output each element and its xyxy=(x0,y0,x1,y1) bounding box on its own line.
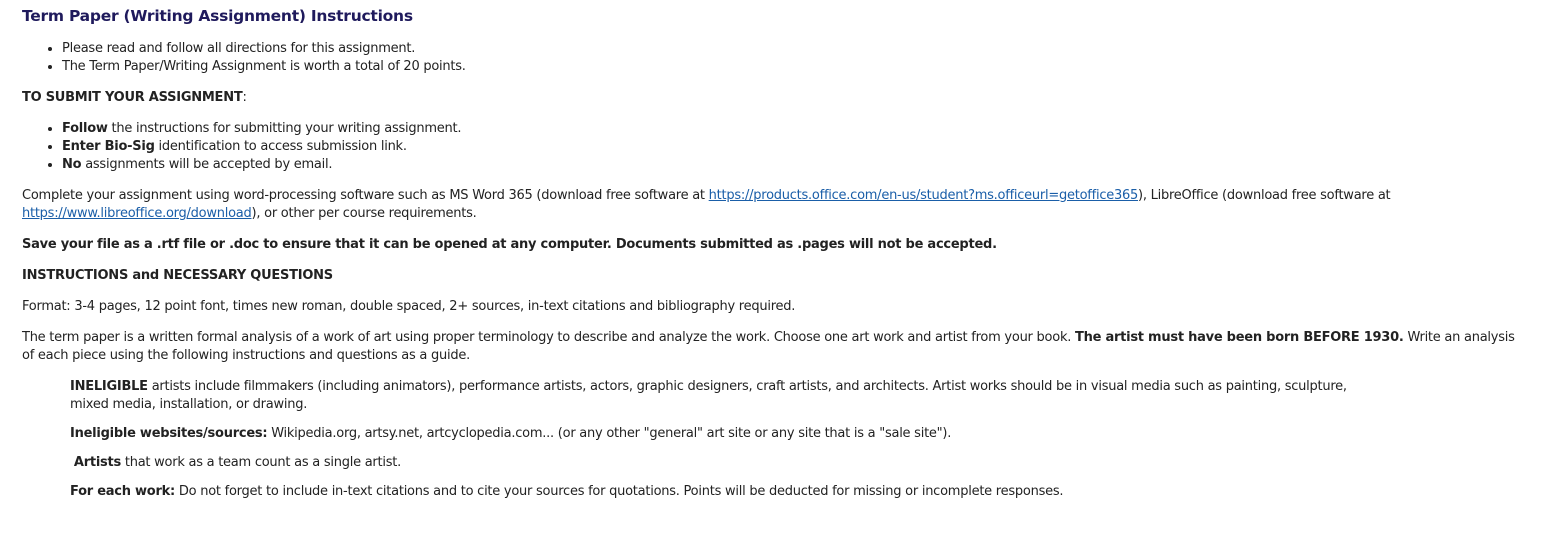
analysis-paragraph: The term paper is a written formal analy… xyxy=(22,329,1525,365)
software-paragraph: Complete your assignment using word-proc… xyxy=(22,187,1525,223)
software-text: Complete your assignment using word-proc… xyxy=(22,188,709,203)
office-download-link[interactable]: https://products.office.com/en-us/studen… xyxy=(709,188,1139,203)
list-item-bold: Enter Bio-Sig xyxy=(62,139,155,154)
assignment-page: Term Paper (Writing Assignment) Instruct… xyxy=(0,0,1547,533)
rule-bold: For each work: xyxy=(70,484,175,499)
rule-text: Wikipedia.org, artsy.net, artcyclopedia.… xyxy=(267,426,952,441)
rule-text: artists include filmmakers (including an… xyxy=(70,379,1347,412)
submit-list: Follow the instructions for submitting y… xyxy=(22,120,1525,174)
analysis-bold: The artist must have been born BEFORE 19… xyxy=(1075,330,1404,345)
submit-heading: TO SUBMIT YOUR ASSIGNMENT: xyxy=(22,89,1525,107)
list-item: Enter Bio-Sig identification to access s… xyxy=(62,138,1525,156)
software-text: ), LibreOffice (download free software a… xyxy=(1138,188,1391,203)
save-note: Save your file as a .rtf file or .doc to… xyxy=(22,237,997,252)
list-item-text: the instructions for submitting your wri… xyxy=(107,121,462,136)
submit-heading-text: TO SUBMIT YOUR ASSIGNMENT xyxy=(22,90,243,105)
intro-list: Please read and follow all directions fo… xyxy=(22,40,1525,76)
rule-text: Do not forget to include in-text citatio… xyxy=(175,484,1064,499)
list-item-text: identification to access submission link… xyxy=(154,139,407,154)
list-item-bold: No xyxy=(62,157,82,172)
analysis-text: The term paper is a written formal analy… xyxy=(22,330,1075,345)
instructions-heading: INSTRUCTIONS and NECESSARY QUESTIONS xyxy=(22,268,333,283)
rules-block: INELIGIBLE artists include filmmakers (i… xyxy=(22,378,1525,501)
rule-bold: Ineligible websites/sources: xyxy=(70,426,268,441)
ineligible-websites-rule: Ineligible websites/sources: Wikipedia.o… xyxy=(70,425,1525,443)
rule-bold: Artists xyxy=(73,455,121,470)
ineligible-artists-rule: INELIGIBLE artists include filmmakers (i… xyxy=(70,378,1380,414)
rule-bold: INELIGIBLE xyxy=(70,379,148,394)
software-text: ), or other per course requirements. xyxy=(251,206,477,221)
list-item-bold: Follow xyxy=(62,121,108,136)
team-artists-rule: Artists that work as a team count as a s… xyxy=(70,454,1525,472)
page-title: Term Paper (Writing Assignment) Instruct… xyxy=(22,7,413,25)
submit-heading-colon: : xyxy=(242,90,247,105)
list-item: Follow the instructions for submitting y… xyxy=(62,120,1525,138)
each-work-rule: For each work: Do not forget to include … xyxy=(70,483,1525,501)
list-item: The Term Paper/Writing Assignment is wor… xyxy=(62,58,1525,76)
list-item: No assignments will be accepted by email… xyxy=(62,156,1525,174)
format-paragraph: Format: 3-4 pages, 12 point font, times … xyxy=(22,299,796,314)
list-item-text: assignments will be accepted by email. xyxy=(81,157,333,172)
list-item: Please read and follow all directions fo… xyxy=(62,40,1525,58)
rule-text: that work as a team count as a single ar… xyxy=(120,455,401,470)
libreoffice-download-link[interactable]: https://www.libreoffice.org/download xyxy=(22,206,252,221)
